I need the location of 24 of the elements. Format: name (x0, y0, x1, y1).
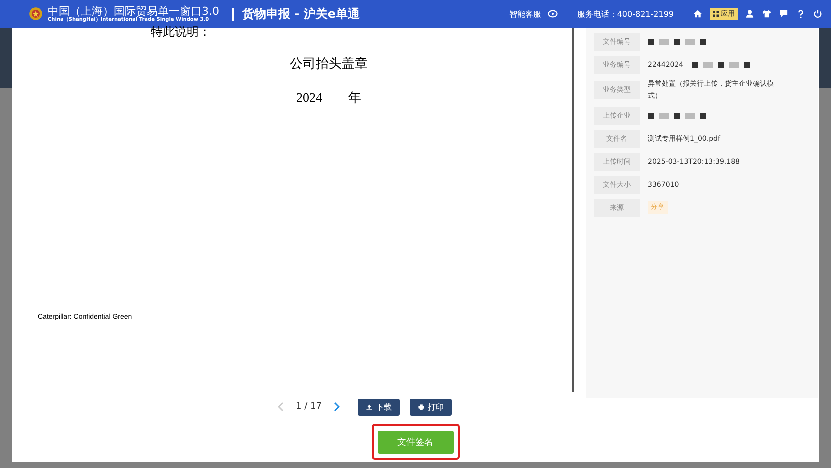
emblem-icon (28, 6, 44, 22)
redacted-mosaic (648, 112, 706, 118)
user-icon[interactable] (745, 9, 755, 19)
redacted-mosaic (692, 62, 750, 68)
help-icon[interactable] (796, 9, 806, 19)
download-button[interactable]: 下载 (358, 398, 400, 416)
next-page-button[interactable] (332, 402, 342, 412)
redacted-mosaic (648, 38, 706, 44)
home-icon[interactable] (693, 9, 703, 19)
message-icon[interactable] (779, 9, 789, 19)
print-button[interactable]: 打印 (410, 398, 452, 416)
document-text: 2024 年 (296, 89, 362, 107)
page-indicator: 1 / 17 (296, 402, 322, 412)
printer-icon (418, 404, 425, 410)
site-title: 中国（上海）国际贸易单一窗口3.0 (48, 6, 220, 16)
service-phone: 服务电话：400-821-2199 (577, 8, 674, 20)
document-text: 特此说明： (150, 25, 212, 39)
module-title: 货物申报 - 沪关e单通 (242, 6, 360, 22)
customer-service-link[interactable]: 智能客服 (509, 8, 542, 20)
upload-tray-icon (366, 404, 373, 410)
power-icon[interactable] (813, 9, 823, 19)
grid-icon (713, 11, 719, 17)
document-text: 公司抬头盖章 (289, 55, 369, 73)
shirt-icon[interactable] (762, 9, 772, 19)
